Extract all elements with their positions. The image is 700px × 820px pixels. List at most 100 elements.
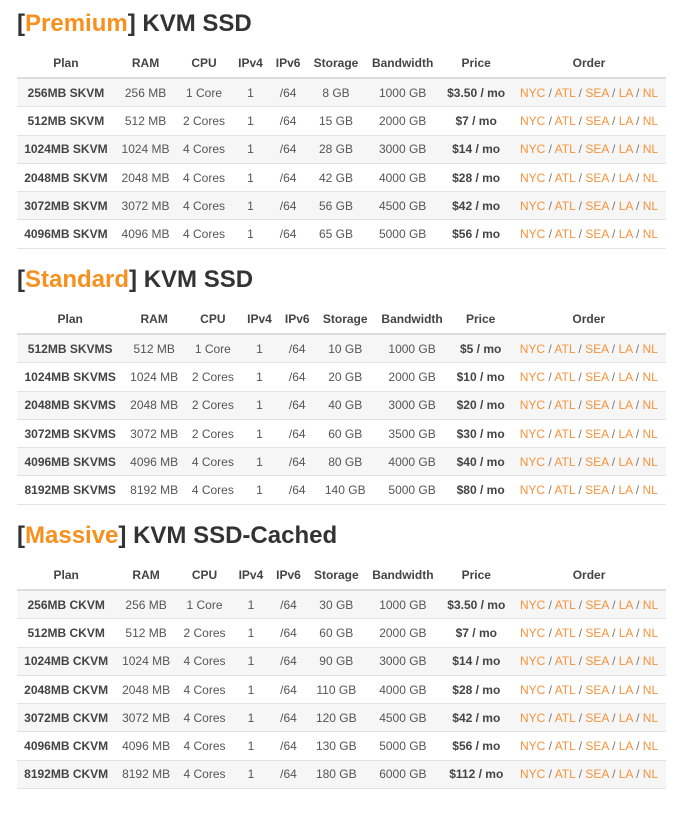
- order-link-nl[interactable]: NL: [643, 227, 658, 241]
- order-link-sea[interactable]: SEA: [585, 199, 608, 213]
- order-link-la[interactable]: LA: [619, 199, 633, 213]
- order-link-nyc[interactable]: NYC: [520, 683, 545, 697]
- order-link-atl[interactable]: ATL: [555, 171, 576, 185]
- order-link-nyc[interactable]: NYC: [520, 626, 545, 640]
- order-link-sea[interactable]: SEA: [585, 767, 608, 781]
- order-link-nl[interactable]: NL: [643, 598, 658, 612]
- order-link-nl[interactable]: NL: [642, 398, 657, 412]
- order-link-la[interactable]: LA: [618, 398, 632, 412]
- order-link-nl[interactable]: NL: [643, 711, 658, 725]
- order-link-nl[interactable]: NL: [643, 86, 658, 100]
- order-link-la[interactable]: LA: [618, 342, 632, 356]
- order-link-atl[interactable]: ATL: [555, 199, 576, 213]
- order-link-nl[interactable]: NL: [642, 342, 657, 356]
- order-link-nyc[interactable]: NYC: [520, 114, 545, 128]
- order-link-nl[interactable]: NL: [643, 114, 658, 128]
- order-link-la[interactable]: LA: [619, 739, 633, 753]
- order-link-atl[interactable]: ATL: [555, 711, 576, 725]
- order-link-la[interactable]: LA: [619, 711, 633, 725]
- order-link-atl[interactable]: ATL: [554, 398, 575, 412]
- order-link-atl[interactable]: ATL: [554, 427, 575, 441]
- separator: /: [632, 597, 643, 612]
- table-row: 512MB CKVM 512 MB 2 Cores 1/64 60 GB 2000 GB $…: [17, 618, 666, 648]
- order-link-la[interactable]: LA: [619, 142, 633, 156]
- order-link-sea[interactable]: SEA: [585, 227, 608, 241]
- order-link-sea[interactable]: SEA: [585, 398, 608, 412]
- order-link-sea[interactable]: SEA: [585, 598, 608, 612]
- order-link-la[interactable]: LA: [619, 626, 633, 640]
- order-link-nl[interactable]: NL: [643, 683, 658, 697]
- order-link-nl[interactable]: NL: [643, 171, 658, 185]
- order-link-sea[interactable]: SEA: [585, 711, 608, 725]
- order-link-nyc[interactable]: NYC: [520, 199, 545, 213]
- order-link-nl[interactable]: NL: [642, 370, 657, 384]
- order-link-nyc[interactable]: NYC: [520, 227, 545, 241]
- order-link-la[interactable]: LA: [618, 370, 632, 384]
- order-link-sea[interactable]: SEA: [585, 114, 608, 128]
- order-link-sea[interactable]: SEA: [585, 370, 608, 384]
- order-link-atl[interactable]: ATL: [554, 483, 575, 497]
- plan-cell: 8192MB SKVMS: [17, 475, 124, 505]
- order-link-la[interactable]: LA: [619, 227, 633, 241]
- separator: /: [545, 454, 555, 469]
- order-link-sea[interactable]: SEA: [585, 142, 608, 156]
- order-link-atl[interactable]: ATL: [554, 370, 575, 384]
- order-link-nl[interactable]: NL: [643, 654, 658, 668]
- order-link-sea[interactable]: SEA: [585, 483, 608, 497]
- order-link-la[interactable]: LA: [619, 114, 633, 128]
- order-link-sea[interactable]: SEA: [585, 342, 608, 356]
- order-link-nl[interactable]: NL: [643, 142, 658, 156]
- order-link-nl[interactable]: NL: [642, 483, 657, 497]
- order-link-atl[interactable]: ATL: [555, 142, 576, 156]
- order-link-nyc[interactable]: NYC: [520, 483, 545, 497]
- order-link-nyc[interactable]: NYC: [520, 654, 545, 668]
- order-link-atl[interactable]: ATL: [555, 86, 576, 100]
- order-link-nyc[interactable]: NYC: [520, 598, 545, 612]
- order-link-nl[interactable]: NL: [643, 739, 658, 753]
- order-link-sea[interactable]: SEA: [585, 683, 608, 697]
- order-link-sea[interactable]: SEA: [585, 626, 608, 640]
- order-link-sea[interactable]: SEA: [585, 171, 608, 185]
- order-link-nyc[interactable]: NYC: [520, 342, 545, 356]
- order-link-nl[interactable]: NL: [642, 427, 657, 441]
- order-link-la[interactable]: LA: [619, 598, 633, 612]
- order-link-sea[interactable]: SEA: [585, 739, 608, 753]
- order-link-atl[interactable]: ATL: [554, 342, 575, 356]
- order-link-atl[interactable]: ATL: [555, 598, 576, 612]
- order-link-sea[interactable]: SEA: [585, 427, 608, 441]
- order-link-nyc[interactable]: NYC: [520, 711, 545, 725]
- order-link-la[interactable]: LA: [619, 171, 633, 185]
- order-link-la[interactable]: LA: [619, 683, 633, 697]
- order-link-nyc[interactable]: NYC: [520, 767, 545, 781]
- order-link-nyc[interactable]: NYC: [520, 398, 545, 412]
- order-link-atl[interactable]: ATL: [555, 654, 576, 668]
- order-link-atl[interactable]: ATL: [555, 767, 576, 781]
- order-link-atl[interactable]: ATL: [555, 114, 576, 128]
- order-link-sea[interactable]: SEA: [585, 455, 608, 469]
- order-link-atl[interactable]: ATL: [555, 739, 576, 753]
- order-link-la[interactable]: LA: [618, 455, 632, 469]
- order-link-atl[interactable]: ATL: [555, 683, 576, 697]
- order-link-la[interactable]: LA: [619, 654, 633, 668]
- order-link-nyc[interactable]: NYC: [520, 86, 545, 100]
- order-link-nl[interactable]: NL: [643, 767, 658, 781]
- order-link-la[interactable]: LA: [618, 427, 632, 441]
- order-link-la[interactable]: LA: [619, 86, 633, 100]
- order-link-atl[interactable]: ATL: [555, 227, 576, 241]
- cpu-cell: 1 Core: [185, 333, 241, 363]
- order-link-nyc[interactable]: NYC: [520, 370, 545, 384]
- order-link-la[interactable]: LA: [618, 483, 632, 497]
- order-link-nl[interactable]: NL: [642, 455, 657, 469]
- order-link-nyc[interactable]: NYC: [520, 171, 545, 185]
- order-link-nyc[interactable]: NYC: [520, 739, 545, 753]
- order-link-nyc[interactable]: NYC: [520, 427, 545, 441]
- order-link-atl[interactable]: ATL: [554, 455, 575, 469]
- order-link-sea[interactable]: SEA: [585, 86, 608, 100]
- order-link-nl[interactable]: NL: [643, 199, 658, 213]
- order-link-nyc[interactable]: NYC: [520, 455, 545, 469]
- order-link-nl[interactable]: NL: [643, 626, 658, 640]
- order-link-sea[interactable]: SEA: [585, 654, 608, 668]
- order-link-atl[interactable]: ATL: [555, 626, 576, 640]
- order-link-la[interactable]: LA: [619, 767, 633, 781]
- order-link-nyc[interactable]: NYC: [520, 142, 545, 156]
